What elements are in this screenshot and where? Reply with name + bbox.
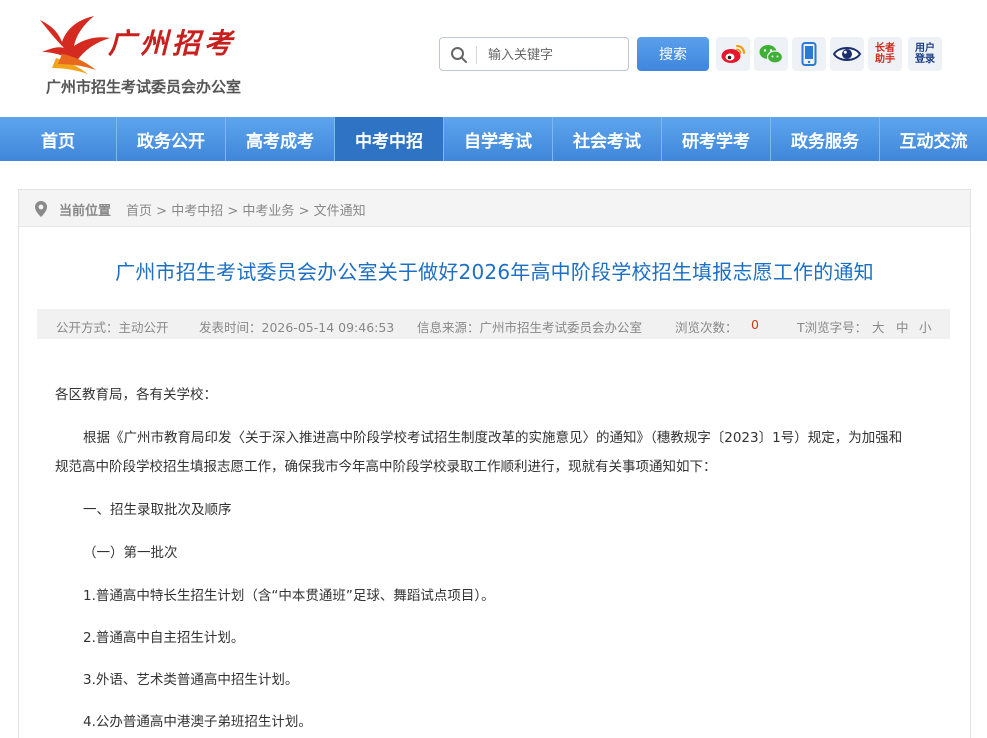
article-paragraph: 规范高中阶段学校招生填报志愿工作，确保我市今年高中阶段学校录取工作顺利进行，现就… <box>55 459 717 475</box>
article-list-item: 4.公办普通高中港澳子弟班招生计划。 <box>83 714 312 730</box>
article-subheading: （一）第一批次 <box>83 545 178 561</box>
accessibility-button[interactable] <box>830 37 864 71</box>
mobile-button[interactable] <box>792 37 826 71</box>
logo-subtitle: 广州市招生考试委员会办公室 <box>46 78 242 96</box>
search-icon <box>451 47 467 63</box>
search-button[interactable]: 搜索 <box>637 37 709 71</box>
breadcrumb-label: 当前位置 <box>59 204 112 219</box>
main-nav: 首页 政务公开 高考成考 中考中招 自学考试 社会考试 研考学考 政务服务 互动… <box>0 117 987 161</box>
elder-assistant-button[interactable]: 长者助手 <box>868 37 902 71</box>
breadcrumb-zhongkao-business[interactable]: 中考业务 <box>242 204 294 219</box>
weibo-button[interactable] <box>716 37 750 71</box>
meta-views-count: 0 <box>751 317 759 332</box>
site-logo[interactable]: 广州招考 广州市招生考试委员会办公室 <box>36 10 246 100</box>
breadcrumb-notices[interactable]: 文件通知 <box>314 204 366 219</box>
article-list-item: 2.普通高中自主招生计划。 <box>83 630 245 646</box>
breadcrumb-separator: > <box>156 204 168 219</box>
breadcrumb-zhongkao[interactable]: 中考中招 <box>171 204 223 219</box>
meta-disclosure: 公开方式：主动公开 <box>56 320 169 335</box>
meta-published-time: 发表时间：2026-05-14 09:46:53 <box>199 320 395 335</box>
nav-item-self-study[interactable]: 自学考试 <box>444 117 553 161</box>
breadcrumb-trail: 首页 > 中考中招 > 中考业务 > 文件通知 <box>126 200 366 219</box>
nav-item-postgrad[interactable]: 研考学考 <box>662 117 771 161</box>
search-input[interactable] <box>488 44 624 66</box>
eye-icon <box>833 47 861 61</box>
location-pin-icon <box>35 201 47 217</box>
user-login-button[interactable]: 用户登录 <box>908 37 942 71</box>
search-divider <box>476 46 477 64</box>
font-size-large[interactable]: 大 <box>872 317 885 336</box>
nav-item-interaction[interactable]: 互动交流 <box>880 117 987 161</box>
elder-assistant-label: 长者助手 <box>875 43 895 65</box>
nav-item-social-exams[interactable]: 社会考试 <box>553 117 662 161</box>
wechat-button[interactable] <box>754 37 788 71</box>
font-size-small[interactable]: 小 <box>919 317 932 336</box>
article-paragraph: 根据《广州市教育局印发〈关于深入推进高中阶段学校考试招生制度改革的实施意见〉的通… <box>83 430 903 446</box>
nav-item-zhongkao[interactable]: 中考中招 <box>335 117 444 161</box>
nav-item-gaokao[interactable]: 高考成考 <box>226 117 335 161</box>
tulip-logo-icon <box>40 16 110 74</box>
article-meta-bar: 公开方式：主动公开 发表时间：2026-05-14 09:46:53 信息来源：… <box>37 309 950 339</box>
breadcrumb-separator: > <box>227 204 239 219</box>
nav-item-gov-affairs[interactable]: 政务公开 <box>117 117 226 161</box>
breadcrumb: 当前位置 首页 > 中考中招 > 中考业务 > 文件通知 <box>19 190 970 227</box>
site-header: 广州招考 广州市招生考试委员会办公室 搜索 <box>0 0 987 108</box>
meta-views-label: 浏览次数： <box>675 320 738 335</box>
weibo-icon <box>721 45 745 63</box>
wechat-icon <box>759 45 784 64</box>
article-title: 广州市招生考试委员会办公室关于做好2026年高中阶段学校招生填报志愿工作的通知 <box>115 260 874 284</box>
meta-font-size-label: T浏览字号： <box>797 320 868 335</box>
article-list-item: 1.普通高中特长生招生计划（含“中本贯通班”足球、舞蹈试点项目）。 <box>83 588 495 604</box>
mobile-phone-icon <box>801 42 817 66</box>
meta-source: 信息来源：广州市招生考试委员会办公室 <box>417 320 643 335</box>
font-size-medium[interactable]: 中 <box>896 317 909 336</box>
article-list-item: 3.外语、艺术类普通高中招生计划。 <box>83 672 299 688</box>
nav-item-gov-services[interactable]: 政务服务 <box>771 117 880 161</box>
article-section-heading: 一、招生录取批次及顺序 <box>83 502 232 518</box>
breadcrumb-separator: > <box>298 204 310 219</box>
article-paragraph: 各区教育局，各有关学校： <box>55 387 217 403</box>
nav-item-home[interactable]: 首页 <box>0 117 117 161</box>
content-panel: 当前位置 首页 > 中考中招 > 中考业务 > 文件通知 广州市招生考试委员会办… <box>18 189 971 738</box>
logo-title: 广州招考 <box>108 27 237 60</box>
user-login-label: 用户登录 <box>915 43 935 65</box>
search-box <box>439 37 629 71</box>
breadcrumb-home[interactable]: 首页 <box>126 204 152 219</box>
